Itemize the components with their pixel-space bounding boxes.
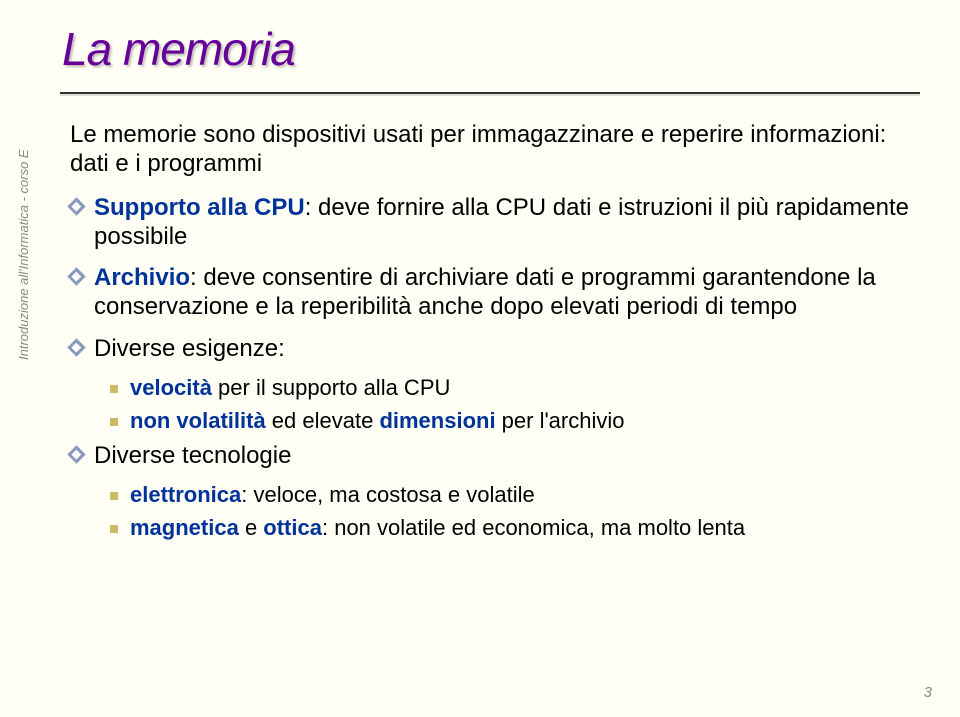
sub-term: magnetica <box>130 515 239 540</box>
sub-bullet-elettronica: elettronica: veloce, ma costosa e volati… <box>70 482 910 509</box>
slide-title: La memoria <box>62 22 295 76</box>
sub-bullet-magnetica-ottica: magnetica e ottica: non volatile ed econ… <box>70 515 910 542</box>
sub-bullet-velocita: velocità per il supporto alla CPU <box>70 375 910 402</box>
bullet-text: : deve consentire di archiviare dati e p… <box>94 264 876 320</box>
intro-paragraph: Le memorie sono dispositivi usati per im… <box>70 120 910 179</box>
bullet-supporto-cpu: Supporto alla CPU: deve fornire alla CPU… <box>70 193 910 252</box>
bullet-term: Supporto alla CPU <box>94 194 305 221</box>
sub-text: ed elevate <box>266 408 380 433</box>
sub-text: : non volatile ed economica, ma molto le… <box>322 515 745 540</box>
slide: Introduzione all'Informatica - corso E L… <box>0 0 960 717</box>
sub-text: e <box>239 515 263 540</box>
sub-term: velocità <box>130 375 212 400</box>
sub-term: dimensioni <box>379 408 495 433</box>
sub-text: : veloce, ma costosa e volatile <box>241 482 534 507</box>
bullet-archivio: Archivio: deve consentire di archiviare … <box>70 263 910 322</box>
sub-term: non volatilità <box>130 408 266 433</box>
slide-content: Le memorie sono dispositivi usati per im… <box>70 120 910 547</box>
sub-term: ottica <box>263 515 322 540</box>
sub-bullet-volatilita: non volatilità ed elevate dimensioni per… <box>70 408 910 435</box>
sub-term: elettronica <box>130 482 241 507</box>
bullet-esigenze: Diverse esigenze: <box>70 334 910 363</box>
page-number: 3 <box>924 684 932 701</box>
title-divider-shadow <box>60 94 920 96</box>
bullet-term: Archivio <box>94 264 190 291</box>
sub-text: per il supporto alla CPU <box>212 375 450 400</box>
sub-text: per l'archivio <box>496 408 625 433</box>
sidebar-course-label: Introduzione all'Informatica - corso E <box>16 149 31 360</box>
bullet-tecnologie: Diverse tecnologie <box>70 441 910 470</box>
